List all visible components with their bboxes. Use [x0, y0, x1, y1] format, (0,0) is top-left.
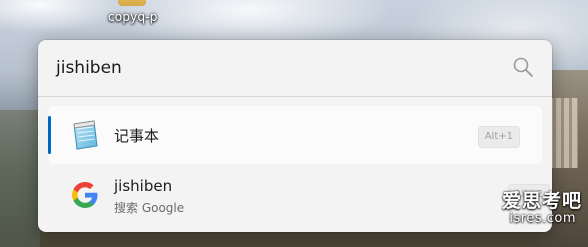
result-subtitle: 搜索 Google	[114, 201, 185, 215]
launcher-panel: jishiben 记事本 Alt+1 jishiben 搜索 Google Al…	[38, 40, 552, 232]
search-bar[interactable]: jishiben	[38, 40, 552, 96]
watermark-url: isres.com	[509, 211, 576, 226]
notepad-icon	[73, 120, 98, 150]
folder-icon[interactable]	[118, 0, 146, 6]
search-input[interactable]: jishiben	[56, 58, 122, 78]
selection-indicator	[48, 116, 51, 154]
watermark-text: 爱思考吧	[501, 190, 582, 212]
result-title: jishiben	[114, 177, 173, 195]
desktop-icon-label[interactable]: copyq-p	[108, 10, 158, 24]
google-icon	[72, 182, 98, 208]
result-item-google[interactable]: jishiben 搜索 Google Alt+2	[48, 166, 550, 224]
shortcut-badge: Alt+1	[477, 126, 520, 148]
wallpaper-cliff	[0, 110, 40, 247]
result-item-notepad[interactable]: 记事本 Alt+1	[48, 106, 542, 164]
divider	[38, 96, 552, 97]
search-icon[interactable]	[512, 56, 534, 78]
result-title: 记事本	[114, 127, 160, 145]
